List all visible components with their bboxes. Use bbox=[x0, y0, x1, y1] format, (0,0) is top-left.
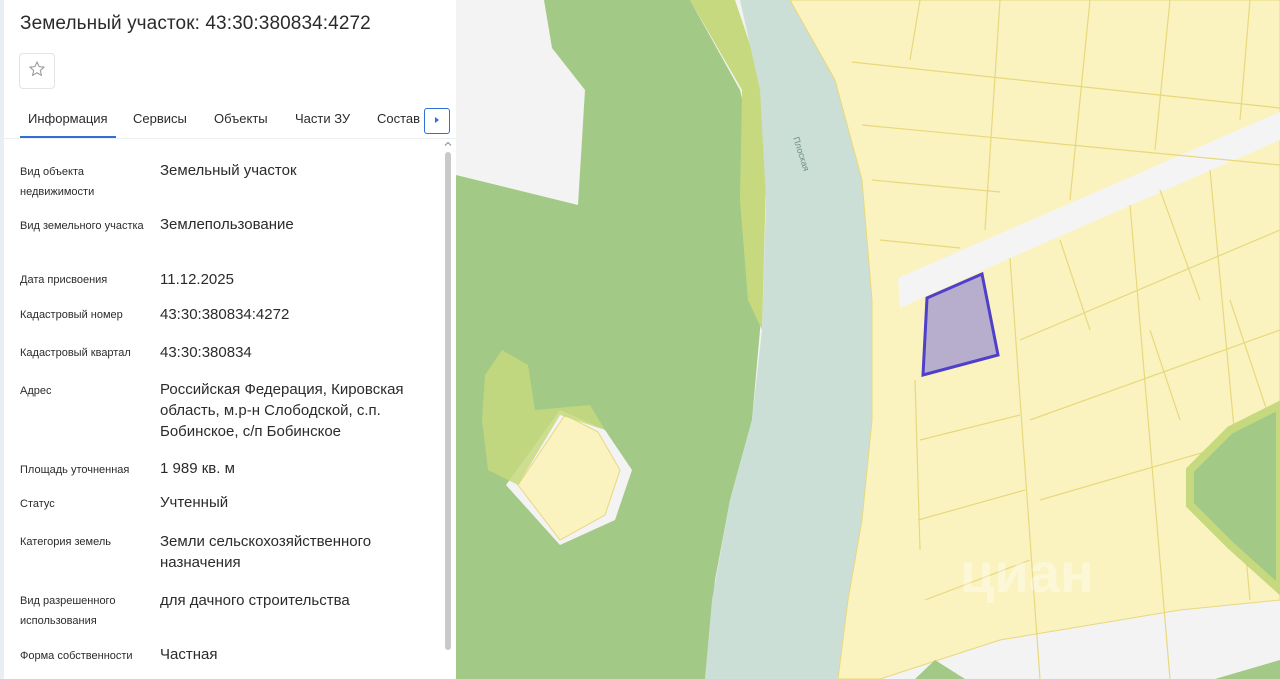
info-table: Вид объекта недвижимости Земельный участ… bbox=[4, 140, 440, 679]
label-cadastral-quarter: Кадастровый квартал bbox=[20, 347, 131, 359]
tab-bar: Информация Сервисы Объекты Части ЗУ Сост… bbox=[4, 100, 456, 139]
value-assignment-date: 11.12.2025 bbox=[160, 271, 234, 288]
value-land-category: Земли сельскохозяйственного назначения bbox=[160, 533, 372, 571]
tab-composition[interactable]: Состав bbox=[377, 111, 420, 126]
tabs-next-button[interactable] bbox=[424, 108, 450, 134]
label-address: Адрес bbox=[20, 385, 52, 397]
chevron-up-icon[interactable] bbox=[444, 140, 452, 150]
value-area: 1 989 кв. м bbox=[160, 460, 235, 477]
tab-objects[interactable]: Объекты bbox=[214, 111, 268, 126]
scrollbar[interactable] bbox=[443, 140, 453, 679]
value-object-type: Земельный участок bbox=[160, 162, 297, 179]
label-ownership: Форма собственности bbox=[20, 650, 133, 662]
value-cadastral-number: 43:30:380834:4272 bbox=[160, 306, 290, 323]
info-panel: Земельный участок: 43:30:380834:4272 Инф… bbox=[4, 0, 456, 679]
label-assignment-date: Дата присвоения bbox=[20, 274, 108, 286]
label-land-category: Категория земель bbox=[20, 536, 111, 548]
value-plot-type: Землепользование bbox=[160, 216, 294, 233]
favorite-button[interactable] bbox=[19, 53, 55, 89]
tab-parts[interactable]: Части ЗУ bbox=[295, 111, 350, 126]
value-permitted-use: для дачного строительства bbox=[160, 592, 350, 609]
value-address: Российская Федерация, Кировская область,… bbox=[160, 381, 404, 440]
scrollbar-thumb[interactable] bbox=[445, 152, 451, 650]
tab-services[interactable]: Сервисы bbox=[133, 111, 187, 126]
value-ownership: Частная bbox=[160, 646, 218, 663]
label-permitted-use: Вид разрешенного использования bbox=[20, 595, 116, 627]
tab-information[interactable]: Информация bbox=[20, 111, 116, 138]
watermark: циан bbox=[960, 541, 1094, 604]
page-title: Земельный участок: 43:30:380834:4272 bbox=[20, 13, 371, 34]
label-status: Статус bbox=[20, 498, 55, 510]
chevron-right-icon bbox=[433, 112, 441, 130]
label-object-type: Вид объекта недвижимости bbox=[20, 166, 95, 198]
label-cadastral-number: Кадастровый номер bbox=[20, 309, 123, 321]
value-status: Учтенный bbox=[160, 494, 229, 511]
label-plot-type: Вид земельного участка bbox=[20, 220, 144, 232]
value-cadastral-quarter: 43:30:380834 bbox=[160, 344, 252, 361]
label-area: Площадь уточненная bbox=[20, 464, 130, 476]
star-icon bbox=[28, 60, 46, 83]
